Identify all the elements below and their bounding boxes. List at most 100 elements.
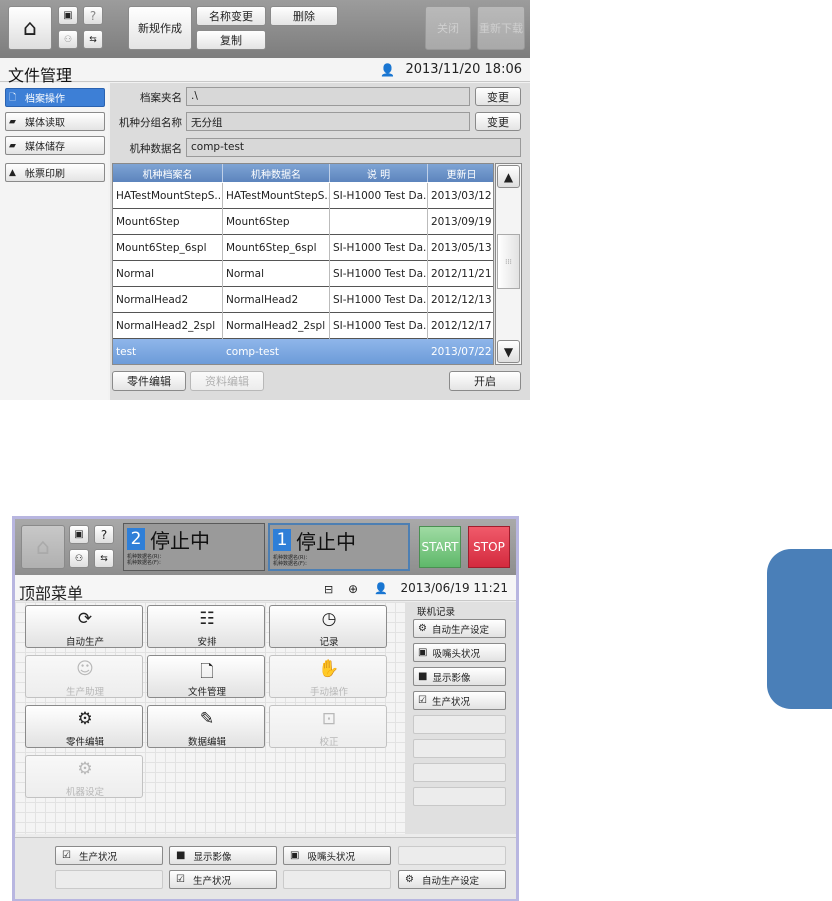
online-log-panel: 联机记录 ⚙ 自动生产设定 ▣ 吸嘴头状况 ■ 显示影像 ☑ 生产状况 [405,602,516,834]
help-icon: ? [89,8,97,23]
group-label: 机种分组名称 [119,117,182,129]
table-cell: SI-H1000 Test Da... [330,183,428,209]
table-cell: SI-H1000 Test Da... [330,261,428,287]
parts-edit-button[interactable]: 零件编辑 [112,371,186,391]
badge-icon: ▣ [63,10,73,21]
lane-1-status[interactable]: 1 停止中 机种数据名(R)： 机种数据名(F)： [268,523,410,571]
sidebar-item-label: 媒体储存 [25,142,65,153]
auto-setting-icon: ⚙ [418,623,427,634]
transfer-button[interactable]: ⇆ [94,549,114,568]
grip-icon: ⁞⁞⁞ [505,257,512,266]
media-read-icon: ▰ [9,116,16,127]
online-log-title: 联机记录 [417,607,456,618]
file-operation-icon: 🗋 [9,92,17,103]
menu-data-edit[interactable]: ✎ 数据编辑 [147,705,265,748]
users-icon: ⚇ [74,553,84,564]
copy-button[interactable]: 复制 [196,30,266,50]
sidebar-item-print[interactable]: ▲ 帐票印刷 [5,163,105,182]
button-label: 自动生产设定 [431,624,489,636]
badge-button[interactable]: ▣ [58,6,78,25]
column-header[interactable]: 说 明 [330,164,428,182]
table-row-selected[interactable]: test comp-test 2013/07/22 [113,339,493,364]
file-table: 机种档案名 机种数据名 说 明 更新日 HATestMountStepS... … [112,163,494,365]
shortcut-auto-setting[interactable]: ⚙ 自动生产设定 [398,870,506,889]
nozzle-icon: ▣ [418,647,428,658]
column-header[interactable]: 机种档案名 [113,164,223,182]
nozzle-status-button[interactable]: ▣ 吸嘴头状况 [413,643,506,662]
table-scrollbar[interactable]: ▲ ⁞⁞⁞ ▼ [495,163,522,365]
shortcut-nozzle-status[interactable]: ▣ 吸嘴头状况 [283,846,391,865]
column-header[interactable]: 更新日 [428,164,493,182]
empty-slot [413,763,506,782]
menu-history[interactable]: ◷ 记录 [269,605,387,648]
table-cell: 2013/09/19 [431,216,492,228]
table-row[interactable]: HATestMountStepS... HATestMountStepS... … [113,183,493,209]
menu-calibrate[interactable]: ⊡ 校正 [269,705,387,748]
group-change-button[interactable]: 变更 [475,112,521,131]
arrow-up-icon: ▲ [503,169,514,184]
home-button[interactable]: ⌂ [21,525,65,569]
menu-schedule[interactable]: ☷ 安排 [147,605,265,648]
sidebar-item-label: 媒体读取 [25,118,65,129]
help-button[interactable]: ? [83,6,103,25]
machine-setting-icon: ⚙ [77,759,93,779]
scroll-down-button[interactable]: ▼ [497,340,520,363]
show-image-button[interactable]: ■ 显示影像 [413,667,506,686]
table-cell: NormalHead2_2spl [113,313,223,339]
close-button[interactable]: 关闭 [425,6,471,50]
menu-label: 机器设定 [65,787,104,798]
new-button[interactable]: 新规作成 [128,6,192,50]
menu-parts-edit[interactable]: ⚙ 零件编辑 [25,705,143,748]
shortcut-show-image[interactable]: ■ 显示影像 [169,846,277,865]
sidebar-item-label: 帐票印刷 [25,169,65,180]
table-row[interactable]: Mount6Step Mount6Step 2013/09/19 [113,209,493,235]
users-button[interactable]: ⚇ [58,30,78,49]
menu-file-management[interactable]: 🗋 文件管理 [147,655,265,698]
transfer-icon: ⇆ [89,34,97,45]
transfer-icon: ⇆ [100,553,108,564]
badge-button[interactable]: ▣ [69,525,89,544]
production-status-icon: ☑ [418,695,427,706]
table-row[interactable]: NormalHead2_2spl NormalHead2_2spl SI-H10… [113,313,493,339]
table-row[interactable]: Normal Normal SI-H1000 Test Da... 2012/1… [113,261,493,287]
side-tab[interactable] [767,549,832,709]
button-label: 显示影像 [432,672,471,684]
table-cell: SI-H1000 Test Da... [330,313,428,339]
menu-label: 安排 [197,637,217,648]
delete-button[interactable]: 删除 [270,6,338,26]
table-cell: 2012/12/17 [431,320,492,332]
column-header[interactable]: 机种数据名 [223,164,330,182]
auto-setting-button[interactable]: ⚙ 自动生产设定 [413,619,506,638]
production-status-button[interactable]: ☑ 生产状况 [413,691,506,710]
table-cell [330,339,428,364]
data-edit-button[interactable]: 资料编辑 [190,371,264,391]
redownload-button[interactable]: 重新下载 [477,6,525,50]
rename-button[interactable]: 名称变更 [196,6,266,26]
scroll-up-button[interactable]: ▲ [497,165,520,188]
lane-2-status[interactable]: 2 停止中 机种数据名(R)： 机种数据名(F)： [123,523,265,571]
transfer-button[interactable]: ⇆ [83,30,103,49]
menu-manual-operation[interactable]: ✋ 手动操作 [269,655,387,698]
file-management-screen: ⌂ ▣ ? ⚇ ⇆ 新规作成 名称变更 删除 复制 关闭 重新下载 文件管理 👤… [0,0,530,400]
camera-icon: ■ [176,850,186,861]
help-button[interactable]: ? [94,525,114,544]
start-button[interactable]: START [419,526,461,568]
scroll-thumb[interactable]: ⁞⁞⁞ [497,234,520,289]
users-button[interactable]: ⚇ [69,549,89,568]
shortcut-production-status-2[interactable]: ☑ 生产状况 [169,870,277,889]
shortcut-bar: ☑ 生产状况 ■ 显示影像 ▣ 吸嘴头状况 ☑ 生产状况 ⚙ 自动生产设定 [15,837,516,899]
shortcut-production-status[interactable]: ☑ 生产状况 [55,846,163,865]
menu-auto-production[interactable]: ⟳ 自动生产 [25,605,143,648]
table-row[interactable]: NormalHead2 NormalHead2 SI-H1000 Test Da… [113,287,493,313]
menu-machine-setting[interactable]: ⚙ 机器设定 [25,755,143,798]
data-name-field: comp-test [186,138,521,157]
table-row[interactable]: Mount6Step_6spl Mount6Step_6spl SI-H1000… [113,235,493,261]
open-button[interactable]: 开启 [449,371,521,391]
stop-button[interactable]: STOP [468,526,510,568]
table-cell: HATestMountStepS... [223,183,330,209]
folder-field: .\ [186,87,470,106]
home-button[interactable]: ⌂ [8,6,52,50]
folder-change-button[interactable]: 变更 [475,87,521,106]
auto-icon: ⟳ [77,609,93,629]
menu-production-assistant[interactable]: ☺ 生产助理 [25,655,143,698]
